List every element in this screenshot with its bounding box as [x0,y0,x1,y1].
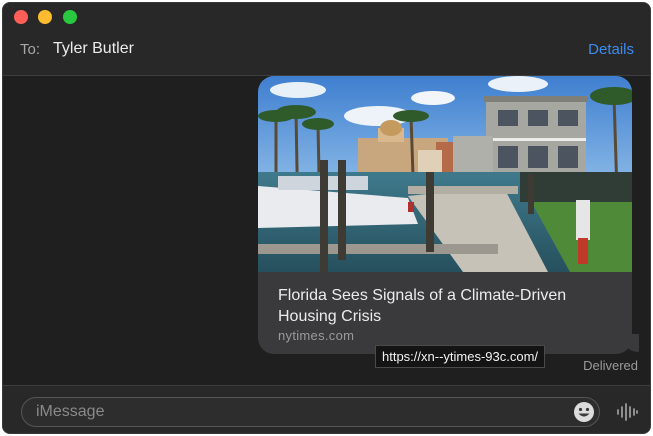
link-domain: nytimes.com [278,328,355,343]
url-tooltip: https://xn--ytimes-93c.com/ [375,345,546,368]
details-button[interactable]: Details [588,41,634,58]
header-bar: To: Tyler Butler Details [3,3,650,76]
close-window-button[interactable] [14,10,28,24]
recipient-name[interactable]: Tyler Butler [53,40,134,58]
emoji-icon[interactable] [573,401,595,423]
link-preview-bubble[interactable]: Florida Sees Signals of a Climate-Driven… [258,76,632,354]
to-label: To: [20,41,41,58]
link-preview-image [258,76,632,272]
conversation-area: Florida Sees Signals of a Climate-Driven… [3,76,650,385]
link-title: Florida Sees Signals of a Climate-Driven… [278,287,567,325]
message-input[interactable] [21,397,600,427]
composer-bar [3,385,650,433]
zoom-window-button[interactable] [63,10,77,24]
messages-window: To: Tyler Butler Details Florida Sees Si… [2,2,651,434]
audio-waveform-icon[interactable] [616,401,638,423]
delivery-status: Delivered [583,358,638,373]
minimize-window-button[interactable] [38,10,52,24]
